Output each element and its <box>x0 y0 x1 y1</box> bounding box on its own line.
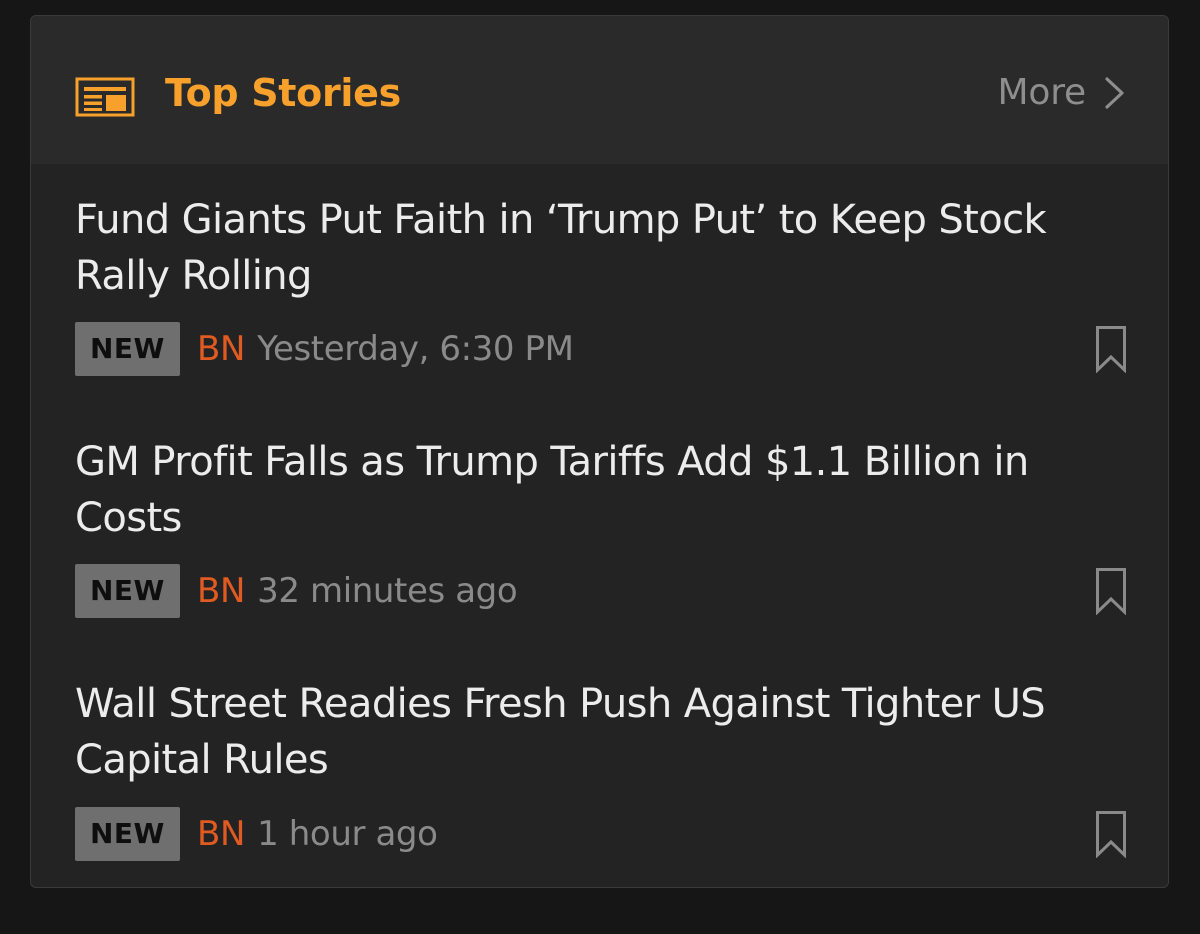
newspaper-icon <box>75 77 135 117</box>
new-badge: NEW <box>75 564 180 618</box>
story-timestamp: Yesterday, 6:30 PM <box>257 329 574 369</box>
story-headline[interactable]: Wall Street Readies Fresh Push Against T… <box>75 676 1127 788</box>
story-source: BN <box>196 329 246 369</box>
more-label: More <box>997 72 1087 113</box>
section-title: Top Stories <box>165 71 401 115</box>
story-source: BN <box>196 814 246 854</box>
story-item: Fund Giants Put Faith in ‘Trump Put’ to … <box>75 192 1127 376</box>
story-meta: NEW BN 1 hour ago <box>75 807 1127 861</box>
top-stories-card: Top Stories More Fund Giants Put Faith i… <box>30 15 1169 888</box>
chevron-right-icon <box>1105 77 1124 109</box>
story-source: BN <box>196 571 246 611</box>
new-badge: NEW <box>75 807 180 861</box>
bookmark-icon[interactable] <box>1095 567 1127 615</box>
new-badge: NEW <box>75 322 180 376</box>
story-item: Wall Street Readies Fresh Push Against T… <box>75 676 1127 861</box>
more-button[interactable]: More <box>998 68 1126 118</box>
bookmark-icon[interactable] <box>1095 325 1127 373</box>
story-meta: NEW BN 32 minutes ago <box>75 564 1127 618</box>
card-header: Top Stories More <box>31 16 1168 164</box>
story-meta: NEW BN Yesterday, 6:30 PM <box>75 322 1127 376</box>
bookmark-icon[interactable] <box>1095 810 1127 858</box>
story-headline[interactable]: Fund Giants Put Faith in ‘Trump Put’ to … <box>75 192 1127 304</box>
story-headline[interactable]: GM Profit Falls as Trump Tariffs Add $1.… <box>75 434 1127 546</box>
story-timestamp: 32 minutes ago <box>257 571 518 611</box>
story-item: GM Profit Falls as Trump Tariffs Add $1.… <box>75 434 1127 618</box>
story-timestamp: 1 hour ago <box>257 814 438 854</box>
